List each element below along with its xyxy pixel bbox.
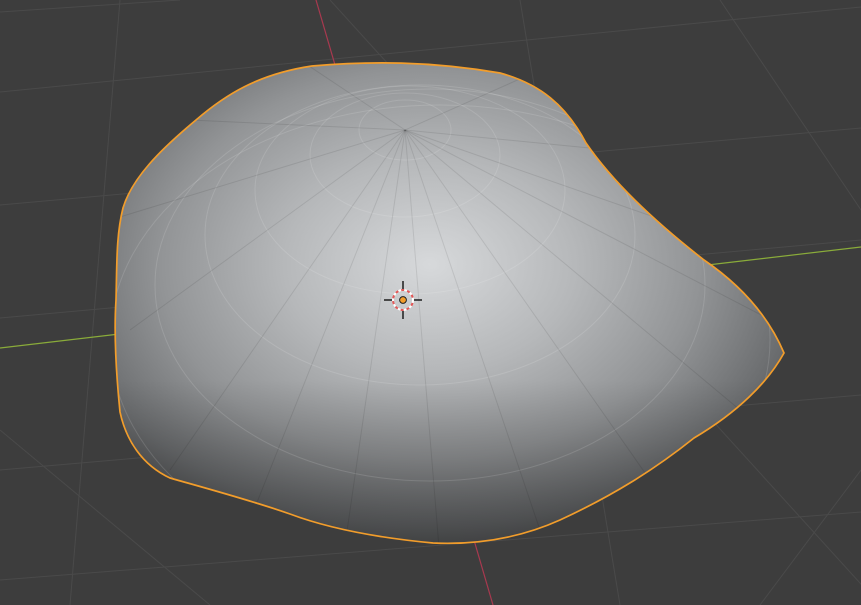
grid-line [69,0,121,605]
3d-viewport[interactable] [0,0,861,605]
grid-line [0,0,181,13]
grid-line [719,0,861,211]
viewport-canvas[interactable] [0,0,861,605]
object-origin-icon [399,296,407,304]
mesh-object[interactable] [100,60,820,575]
